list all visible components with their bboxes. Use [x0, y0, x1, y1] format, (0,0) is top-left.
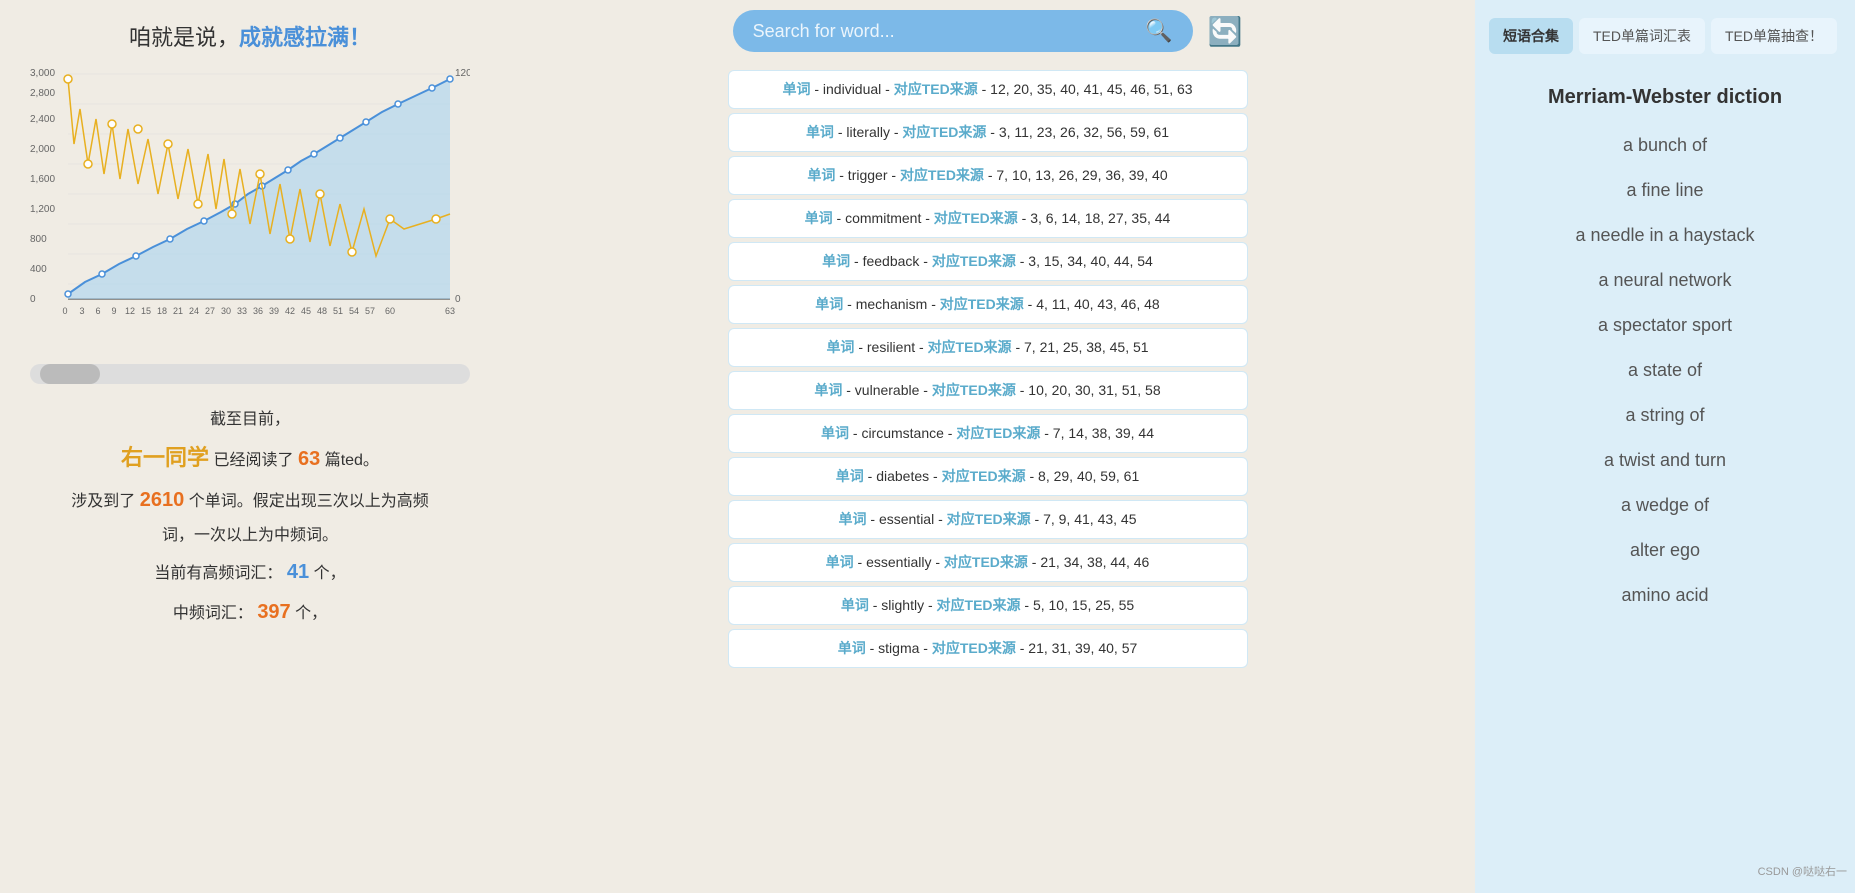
- svg-text:2,800: 2,800: [30, 88, 55, 99]
- phrase-item[interactable]: a state of: [1485, 350, 1845, 391]
- word-item[interactable]: 单词 - circumstance - 对应TED来源 - 7, 14, 38,…: [728, 414, 1248, 453]
- svg-text:2,000: 2,000: [30, 144, 55, 155]
- page-title: 咱就是说，成就感拉满！: [129, 20, 371, 52]
- word-item[interactable]: 单词 - literally - 对应TED来源 - 3, 11, 23, 26…: [728, 113, 1248, 152]
- phrase-item[interactable]: amino acid: [1485, 575, 1845, 616]
- svg-text:0: 0: [455, 294, 461, 305]
- svg-text:1,600: 1,600: [30, 174, 55, 185]
- phrase-item[interactable]: a bunch of: [1485, 125, 1845, 166]
- search-button[interactable]: 🔍: [1145, 18, 1172, 44]
- svg-text:3: 3: [79, 306, 84, 316]
- stats-read-line: 右一同学 已经阅读了 63 篇ted。: [60, 436, 440, 480]
- csdn-watermark: CSDN @哒哒右一: [1475, 859, 1855, 883]
- svg-text:21: 21: [173, 306, 183, 316]
- phrase-item[interactable]: a needle in a haystack: [1485, 215, 1845, 256]
- word-item[interactable]: 单词 - mechanism - 对应TED来源 - 4, 11, 40, 43…: [728, 285, 1248, 324]
- chart-scrollbar[interactable]: [30, 364, 470, 384]
- phrase-item[interactable]: a fine line: [1485, 170, 1845, 211]
- word-item[interactable]: 单词 - resilient - 对应TED来源 - 7, 21, 25, 38…: [728, 328, 1248, 367]
- svg-text:45: 45: [301, 306, 311, 316]
- svg-text:42: 42: [285, 306, 295, 316]
- svg-text:0: 0: [62, 306, 67, 316]
- svg-text:27: 27: [205, 306, 215, 316]
- word-item[interactable]: 单词 - feedback - 对应TED来源 - 3, 15, 34, 40,…: [728, 242, 1248, 281]
- stats-high-freq: 当前有高频词汇： 41 个，: [60, 552, 440, 592]
- svg-text:1,200: 1,200: [30, 204, 55, 215]
- phrase-item[interactable]: a wedge of: [1485, 485, 1845, 526]
- word-item[interactable]: 单词 - slightly - 对应TED来源 - 5, 10, 15, 25,…: [728, 586, 1248, 625]
- word-item[interactable]: 单词 - individual - 对应TED来源 - 12, 20, 35, …: [728, 70, 1248, 109]
- svg-text:36: 36: [253, 306, 263, 316]
- svg-text:30: 30: [221, 306, 231, 316]
- svg-text:120: 120: [455, 68, 470, 79]
- phrase-item[interactable]: a neural network: [1485, 260, 1845, 301]
- svg-text:48: 48: [317, 306, 327, 316]
- svg-text:60: 60: [385, 306, 395, 316]
- svg-text:39: 39: [269, 306, 279, 316]
- right-tabs: 短语合集TED单篇词汇表TED单篇抽查！: [1475, 10, 1855, 62]
- svg-text:400: 400: [30, 264, 47, 275]
- svg-text:6: 6: [95, 306, 100, 316]
- search-bar-wrapper: 🔍 🔄: [733, 10, 1243, 52]
- svg-text:18: 18: [157, 306, 167, 316]
- word-list: 单词 - individual - 对应TED来源 - 12, 20, 35, …: [728, 70, 1248, 668]
- svg-text:15: 15: [141, 306, 151, 316]
- word-item[interactable]: 单词 - commitment - 对应TED来源 - 3, 6, 14, 18…: [728, 199, 1248, 238]
- phrase-item: Merriam-Webster diction: [1485, 74, 1845, 121]
- search-input[interactable]: [753, 21, 1136, 42]
- word-item[interactable]: 单词 - vulnerable - 对应TED来源 - 10, 20, 30, …: [728, 371, 1248, 410]
- word-item[interactable]: 单词 - diabetes - 对应TED来源 - 8, 29, 40, 59,…: [728, 457, 1248, 496]
- chart-scrollbar-thumb[interactable]: [40, 364, 100, 384]
- svg-text:0: 0: [30, 294, 36, 305]
- chart-container: 3,000 2,800 2,400 2,000 1,600 1,200 800 …: [30, 64, 470, 354]
- right-panel: 短语合集TED单篇词汇表TED单篇抽查！ Merriam-Webster dic…: [1475, 0, 1855, 893]
- left-panel: 咱就是说，成就感拉满！ 3,000 2,800 2,400 2,000 1,60…: [0, 0, 500, 893]
- phrase-list: Merriam-Webster dictiona bunch ofa fine …: [1475, 70, 1855, 620]
- tab-button[interactable]: TED单篇词汇表: [1579, 18, 1705, 54]
- svg-text:54: 54: [349, 306, 359, 316]
- svg-text:63: 63: [445, 306, 455, 316]
- word-item[interactable]: 单词 - stigma - 对应TED来源 - 21, 31, 39, 40, …: [728, 629, 1248, 668]
- word-item[interactable]: 单词 - essentially - 对应TED来源 - 21, 34, 38,…: [728, 543, 1248, 582]
- tab-button[interactable]: 短语合集: [1489, 18, 1573, 54]
- phrase-item[interactable]: a spectator sport: [1485, 305, 1845, 346]
- svg-text:3,000: 3,000: [30, 68, 55, 79]
- svg-text:57: 57: [365, 306, 375, 316]
- tab-button[interactable]: TED单篇抽查！: [1711, 18, 1837, 54]
- refresh-button[interactable]: 🔄: [1208, 15, 1243, 48]
- svg-text:12: 12: [125, 306, 135, 316]
- stats-chart: 3,000 2,800 2,400 2,000 1,600 1,200 800 …: [30, 64, 470, 334]
- svg-text:2,400: 2,400: [30, 114, 55, 125]
- phrase-item[interactable]: a string of: [1485, 395, 1845, 436]
- search-bar[interactable]: 🔍: [733, 10, 1193, 52]
- phrase-item[interactable]: a twist and turn: [1485, 440, 1845, 481]
- svg-text:800: 800: [30, 234, 47, 245]
- svg-text:51: 51: [333, 306, 343, 316]
- stats-words-line: 涉及到了 2610 个单词。假定出现三次以上为高频词，一次以上为中频词。: [60, 480, 440, 552]
- word-item[interactable]: 单词 - trigger - 对应TED来源 - 7, 10, 13, 26, …: [728, 156, 1248, 195]
- phrase-item[interactable]: alter ego: [1485, 530, 1845, 571]
- word-item[interactable]: 单词 - essential - 对应TED来源 - 7, 9, 41, 43,…: [728, 500, 1248, 539]
- stats-mid-freq: 中频词汇： 397 个，: [60, 592, 440, 632]
- stats-block: 截至目前， 右一同学 已经阅读了 63 篇ted。 涉及到了 2610 个单词。…: [60, 404, 440, 632]
- stats-label1: 截至目前，: [60, 404, 440, 436]
- center-panel: 🔍 🔄 单词 - individual - 对应TED来源 - 12, 20, …: [500, 0, 1475, 893]
- svg-text:24: 24: [189, 306, 199, 316]
- svg-text:9: 9: [111, 306, 116, 316]
- svg-text:33: 33: [237, 306, 247, 316]
